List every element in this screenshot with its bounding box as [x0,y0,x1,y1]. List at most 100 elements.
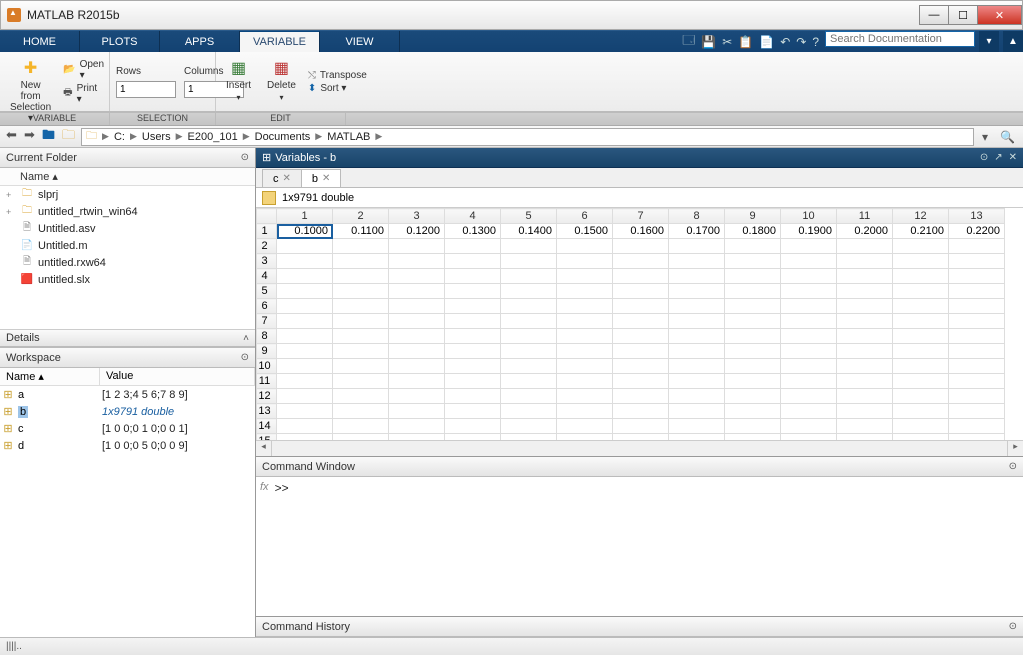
cell[interactable] [333,404,389,419]
cell[interactable] [445,254,501,269]
redo-icon[interactable]: ↷ [796,35,806,49]
cell[interactable] [613,404,669,419]
cell[interactable] [669,434,725,441]
cell[interactable] [333,374,389,389]
cell[interactable] [893,269,949,284]
cell[interactable]: 0.1200 [389,224,445,239]
variable-grid[interactable]: 1234567891011121310.10000.11000.12000.13… [256,208,1023,440]
cell[interactable] [557,404,613,419]
tab-home[interactable]: HOME [0,31,80,52]
cell[interactable] [893,299,949,314]
cell[interactable] [389,299,445,314]
row-header[interactable]: 1 [257,224,277,239]
cell[interactable] [669,374,725,389]
cell[interactable] [669,314,725,329]
cell[interactable] [781,329,837,344]
crumb[interactable]: MATLAB [327,131,370,143]
cell[interactable] [893,374,949,389]
cell[interactable] [781,344,837,359]
cell[interactable] [613,314,669,329]
cell[interactable] [333,299,389,314]
cell[interactable] [613,359,669,374]
save-icon[interactable]: 💾 [701,35,716,49]
cell[interactable] [613,299,669,314]
cell[interactable] [277,254,333,269]
cell[interactable] [725,299,781,314]
cell[interactable] [445,419,501,434]
workspace-header[interactable]: Workspace⊙ [0,348,255,368]
cell[interactable] [333,419,389,434]
cell[interactable] [837,254,893,269]
cell[interactable] [445,284,501,299]
cell[interactable] [277,434,333,441]
cell[interactable] [781,404,837,419]
cell[interactable] [669,419,725,434]
cell[interactable] [893,359,949,374]
cell[interactable] [669,329,725,344]
file-item[interactable]: + 🗀 slprj [0,186,255,203]
command-window[interactable]: fx >> [256,477,1023,616]
cell[interactable] [445,299,501,314]
cell[interactable] [557,374,613,389]
cell[interactable] [445,269,501,284]
cell[interactable] [837,239,893,254]
cell[interactable] [837,374,893,389]
transpose-button[interactable]: ⤭Transpose [308,70,367,81]
cell[interactable] [669,404,725,419]
cell[interactable] [669,389,725,404]
cell[interactable] [501,374,557,389]
cell[interactable] [949,389,1005,404]
cell[interactable] [557,269,613,284]
crumb[interactable]: E200_101 [188,131,238,143]
search-folder-icon[interactable]: 🔍 [996,130,1019,144]
cell[interactable]: 0.1300 [445,224,501,239]
cell[interactable] [501,359,557,374]
cell[interactable] [893,404,949,419]
cell[interactable] [501,389,557,404]
col-header[interactable]: 13 [949,209,1005,224]
cell[interactable] [781,419,837,434]
cell[interactable] [333,239,389,254]
cell[interactable] [725,329,781,344]
undo-icon[interactable]: ↶ [780,35,790,49]
cell[interactable] [837,329,893,344]
cell[interactable] [501,284,557,299]
col-header[interactable]: 12 [893,209,949,224]
cell[interactable] [613,434,669,441]
workspace-row[interactable]: ⊞ c [1 0 0;0 1 0;0 0 1] [0,420,255,437]
cell[interactable] [781,314,837,329]
cell[interactable] [389,254,445,269]
cell[interactable] [557,314,613,329]
cell[interactable]: 0.1600 [613,224,669,239]
cell[interactable] [557,284,613,299]
workspace-row[interactable]: ⊞ b 1x9791 double [0,403,255,420]
forward-button[interactable]: ➡ [22,127,37,142]
cell[interactable] [725,404,781,419]
cell[interactable] [333,314,389,329]
cell[interactable] [557,359,613,374]
cell[interactable] [613,329,669,344]
cell[interactable] [725,314,781,329]
open-button[interactable]: 📂Open ▾ [63,59,104,81]
cell[interactable] [781,359,837,374]
cell[interactable] [501,344,557,359]
minimize-ribbon-button[interactable]: ▲ [1003,31,1023,52]
cell[interactable] [781,389,837,404]
cell[interactable] [277,374,333,389]
cell[interactable] [725,239,781,254]
workspace-row[interactable]: ⊞ a [1 2 3;4 5 6;7 8 9] [0,386,255,403]
col-header[interactable]: 2 [333,209,389,224]
cell[interactable] [781,374,837,389]
cell[interactable] [613,239,669,254]
expand-icon[interactable]: + [6,190,16,200]
cell[interactable] [389,419,445,434]
cell[interactable] [837,269,893,284]
cell[interactable] [445,389,501,404]
cell[interactable] [613,284,669,299]
expand-icon[interactable]: + [6,207,16,217]
row-header[interactable]: 8 [257,329,277,344]
cell[interactable] [333,359,389,374]
row-header[interactable]: 7 [257,314,277,329]
cell[interactable] [613,254,669,269]
cell[interactable] [669,344,725,359]
